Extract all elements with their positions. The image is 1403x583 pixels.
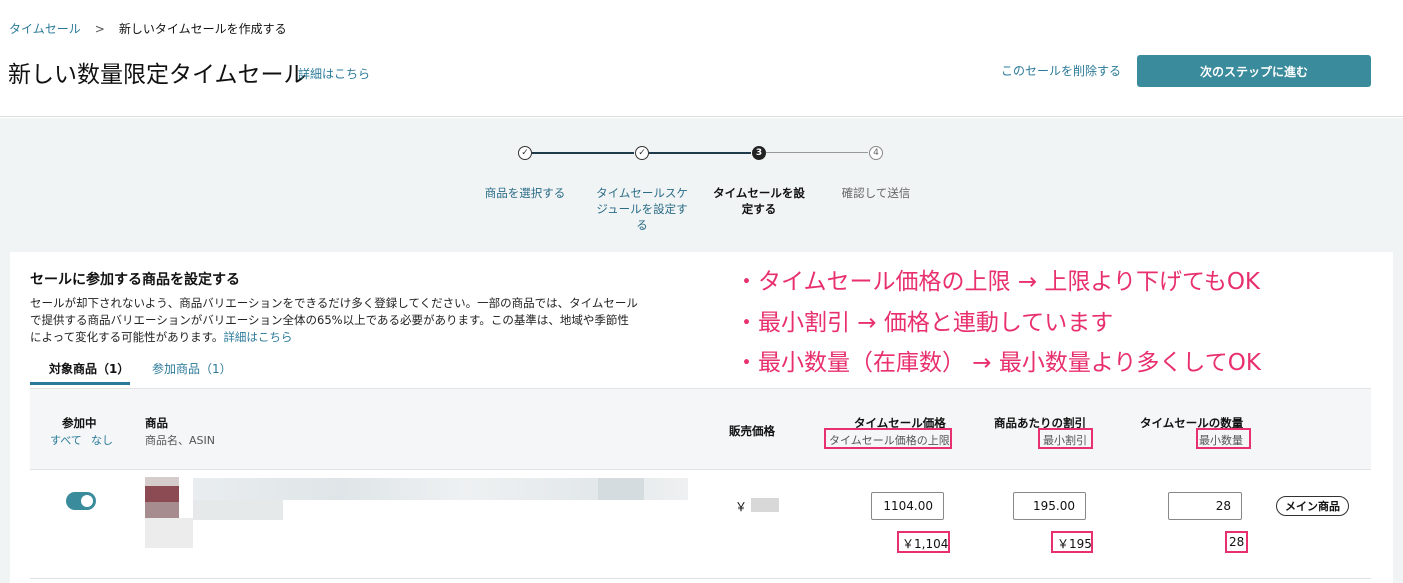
step-4-label: 確認して送信 [841,186,911,200]
product-image-redacted-4 [145,518,193,548]
breadcrumb-current: 新しいタイムセールを作成する [118,22,287,36]
tab-eligible-products[interactable]: 対象商品（1） [49,360,129,377]
col-participating: 参加中 [62,416,97,430]
product-image-redacted-3 [145,502,179,518]
header-details-link[interactable]: 詳細はこちら [298,65,370,82]
discount-input[interactable]: 195.00 [1013,492,1086,520]
participating-toggle[interactable] [66,492,96,510]
annotation-box-min-quantity [1196,428,1251,449]
quantity-input[interactable]: 28 [1168,492,1242,520]
annotation-box-discount-value [1051,531,1093,553]
step-3-marker: 3 [752,146,766,160]
product-asin-redacted [193,500,283,520]
section-title: セールに参加する商品を設定する [30,272,240,288]
annotation-box-min-discount [1038,428,1093,449]
section-description-text: セールが却下されないよう、商品バリエーションをできるだけ多く登録してください。一… [30,296,638,344]
page-header: タイムセール > 新しいタイムセールを作成する 新しい数量限定タイムセール 詳細はこ… [0,0,1403,117]
breadcrumb-root-link[interactable]: タイムセール [9,22,81,36]
step-1-label[interactable]: 商品を選択する [479,185,571,201]
step-3-label: タイムセールを設定する [713,186,805,216]
section-details-link[interactable]: 詳細はこちら [223,330,292,344]
select-none-link[interactable]: なし [91,432,113,448]
main-product-badge: メイン商品 [1276,496,1349,516]
sale-price-prefix: ￥ [735,500,748,514]
step-2-check-icon: ✓ [635,146,649,160]
breadcrumb: タイムセール > 新しいタイムセールを作成する [9,20,287,37]
select-all-link[interactable]: すべて [50,432,82,448]
stepper-line-2 [649,152,751,154]
sale-price-redacted [751,498,779,512]
product-image-redacted-2 [145,486,179,502]
col-product-sub: 商品名、ASIN [145,434,215,447]
breadcrumb-separator: > [94,22,105,36]
stepper-line-3 [766,152,868,153]
toggle-knob [81,495,93,507]
next-step-button[interactable]: 次のステップに進む [1137,55,1371,87]
section-description: セールが却下されないよう、商品バリエーションをできるだけ多く登録してください。一… [30,295,640,346]
stepper-line-1 [532,152,634,154]
step-1-check-icon: ✓ [518,146,532,160]
delete-deal-link[interactable]: このセールを削除する [1001,62,1121,79]
col-product: 商品 [145,416,168,430]
annotation-line-2: ・最小割引 → 価格と連動しています [735,310,1114,336]
page-title: 新しい数量限定タイムセール [8,62,307,88]
annotation-box-deal-price-cap [824,428,952,449]
step-2-label[interactable]: タイムセールスケジュールを設定する [596,185,688,233]
active-tab-indicator [30,382,130,385]
annotation-box-quantity-value [1225,531,1248,553]
annotation-box-deal-price-value [897,531,950,553]
product-name-redacted-2 [598,478,644,500]
annotation-line-1: ・タイムセール価格の上限 → 上限より下げてもOK [735,269,1261,295]
col-sale-price: 販売価格 [729,424,775,438]
annotation-line-3: ・最小数量（在庫数） → 最小数量より多くしてOK [735,350,1261,376]
step-4-marker: 4 [869,146,883,160]
tab-participating-products[interactable]: 参加商品（1） [152,360,232,377]
deal-price-input[interactable]: 1104.00 [871,492,944,520]
